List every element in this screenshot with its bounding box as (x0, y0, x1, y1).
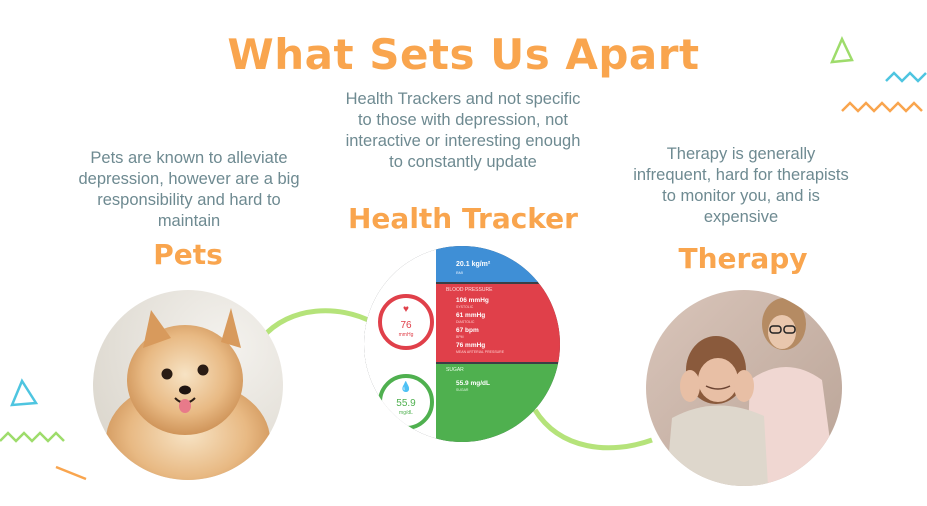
pets-heading: Pets (153, 238, 223, 271)
bp-bpm-label: BPM (456, 335, 464, 339)
app-blood-pressure-panel: BLOOD PRESSURE 106 mmHg SYSTOLIC 61 mmHg… (436, 284, 560, 362)
bp-systolic: 106 mmHg (456, 297, 489, 304)
bp-diastolic-label: DIASTOLIC (456, 320, 475, 324)
triangle-icon (830, 35, 854, 64)
therapy-session-icon (646, 290, 842, 486)
tracker-app-image: 20.1 kg/m² BMI BLOOD PRESSURE 106 mmHg S… (364, 246, 560, 442)
tracker-heading: Health Tracker (348, 202, 578, 235)
bp-map: 76 mmHg (456, 342, 486, 349)
pets-description: Pets are known to alleviate depression, … (78, 149, 300, 230)
zigzag-cyan-icon (885, 71, 927, 83)
app-bmi-row: 20.1 kg/m² BMI (436, 246, 560, 282)
sugar-gauge-unit: mg/dL (399, 410, 413, 416)
dog-icon (93, 290, 283, 480)
therapy-image (646, 290, 842, 486)
dash-orange-icon (55, 465, 87, 481)
sugar-label: SUGAR (456, 388, 469, 392)
therapy-description: Therapy is generally infrequent, hard fo… (633, 145, 849, 226)
bmi-label: BMI (456, 270, 464, 275)
sugar-gauge-value: 55.9 (396, 398, 416, 409)
zigzag-orange-icon (841, 101, 923, 113)
app-sugar-panel: SUGAR 55.9 mg/dL SUGAR (436, 364, 560, 442)
bp-gauge-value: 76 (400, 320, 412, 331)
bp-gauge: ♥ 76 mmHg (378, 294, 434, 350)
zigzag-green-icon (0, 431, 65, 443)
bp-diastolic: 61 mmHg (456, 312, 486, 319)
bp-map-label: MEAN ARTERIAL PRESSURE (456, 350, 505, 354)
bp-bpm: 67 bpm (456, 327, 479, 334)
decor-bottom-left (0, 378, 87, 481)
pets-image (93, 290, 283, 480)
sugar-gauge: 💧 55.9 mg/dL (378, 374, 434, 430)
bmi-value: 20.1 kg/m² (456, 261, 491, 268)
decor-top-right (830, 35, 927, 113)
therapy-heading: Therapy (678, 242, 808, 275)
drop-icon: 💧 (399, 382, 413, 393)
sugar-header: SUGAR (446, 367, 464, 373)
heart-icon: ♥ (403, 304, 409, 315)
triangle-icon (10, 378, 39, 407)
bp-systolic-label: SYSTOLIC (456, 305, 474, 309)
tracker-description: Health Trackers and not specific to thos… (345, 90, 581, 171)
connector-pets-tracker (260, 308, 374, 340)
bp-header: BLOOD PRESSURE (446, 287, 493, 293)
bp-gauge-unit: mmHg (398, 332, 414, 338)
sugar-value: 55.9 mg/dL (456, 380, 490, 387)
